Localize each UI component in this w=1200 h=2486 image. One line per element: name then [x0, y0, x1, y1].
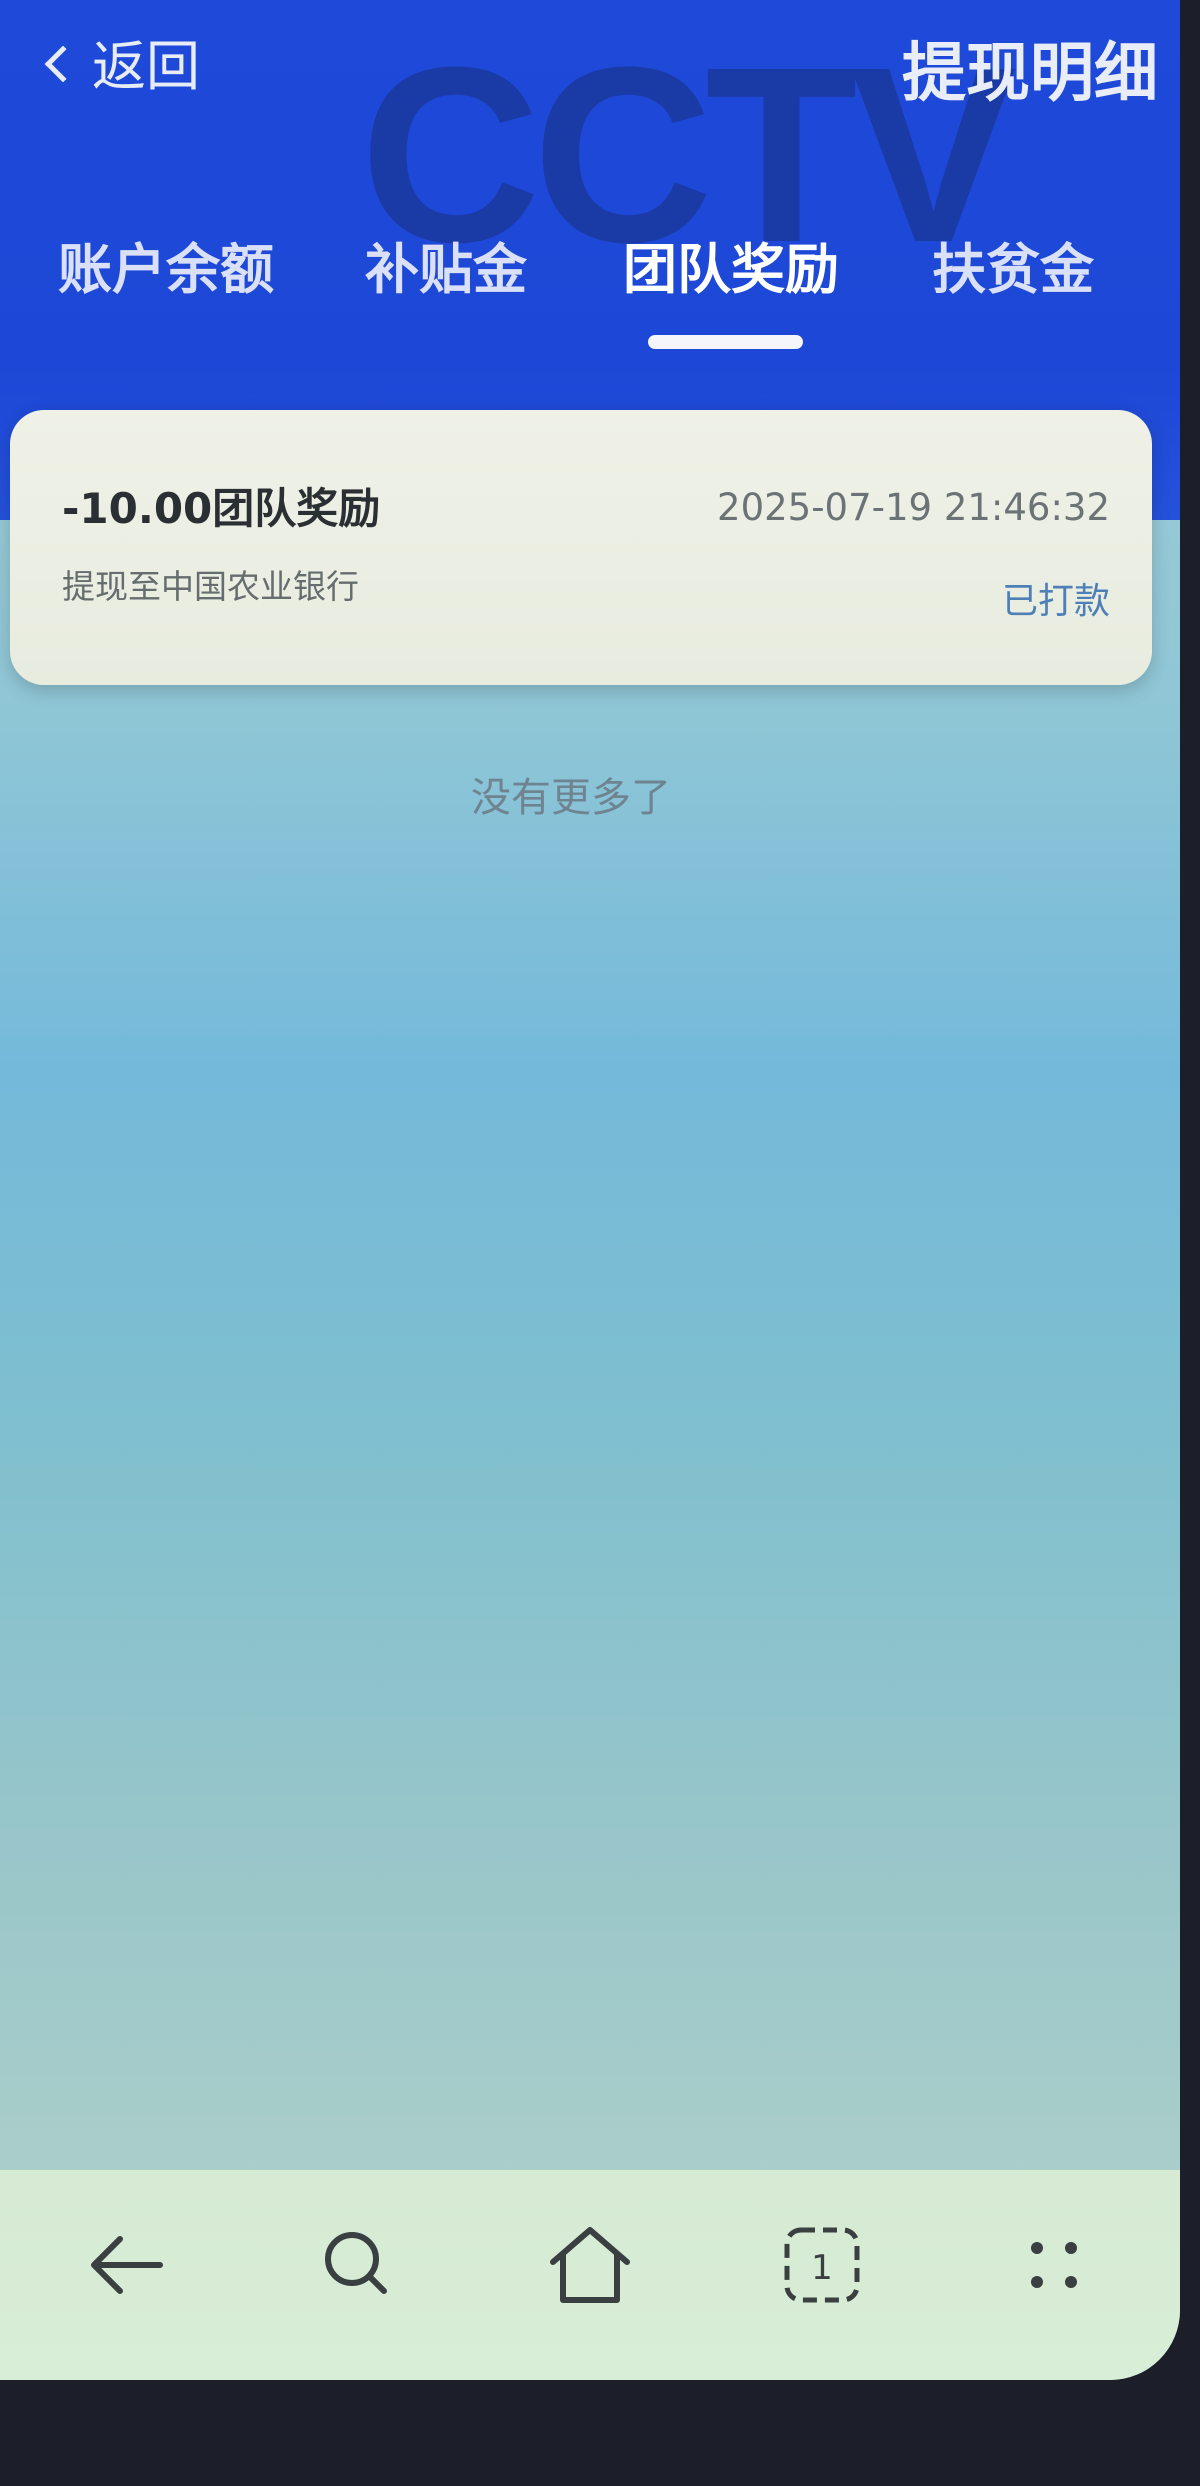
app-screen: CCTV 返回 提现明细 账户余额 补贴金 团队奖励 扶贫金 -10.00团队奖…	[0, 0, 1180, 2380]
tab-poverty-fund[interactable]: 扶贫金	[932, 225, 1094, 304]
tab-count: 1	[811, 2248, 833, 2288]
home-icon	[550, 2227, 630, 2303]
back-label: 返回	[92, 35, 200, 98]
browser-bottom-bar: 1	[0, 2170, 1180, 2380]
record-status: 已打款	[1001, 581, 1110, 622]
nav-home-button[interactable]	[530, 2205, 650, 2325]
withdrawal-record-card[interactable]: -10.00团队奖励 2025-07-19 21:46:32 提现至中国农业银行…	[10, 410, 1152, 685]
active-tab-indicator	[648, 335, 803, 349]
record-amount-title: -10.00团队奖励	[62, 484, 381, 533]
nav-search-button[interactable]	[298, 2205, 418, 2325]
list-end-text: 没有更多了	[471, 775, 671, 821]
nav-more-button[interactable]	[994, 2205, 1114, 2325]
back-arrow-icon	[91, 2236, 163, 2294]
record-description: 提现至中国农业银行	[62, 567, 359, 606]
tabs-icon: 1	[784, 2227, 860, 2303]
tab-subsidy[interactable]: 补贴金	[365, 225, 527, 304]
more-dots-icon	[1031, 2242, 1077, 2288]
nav-back-button[interactable]	[66, 2205, 186, 2325]
page-title: 提现明细	[902, 37, 1158, 111]
nav-tabs-button[interactable]: 1	[762, 2205, 882, 2325]
record-datetime: 2025-07-19 21:46:32	[717, 486, 1110, 529]
tab-bar: 账户余额 补贴金 团队奖励 扶贫金	[0, 225, 1180, 365]
back-button[interactable]: 返回	[44, 22, 200, 101]
tab-team-reward[interactable]: 团队奖励	[623, 225, 839, 304]
chevron-left-icon	[44, 45, 82, 82]
search-icon	[325, 2232, 387, 2294]
tab-account-balance[interactable]: 账户余额	[58, 225, 274, 304]
